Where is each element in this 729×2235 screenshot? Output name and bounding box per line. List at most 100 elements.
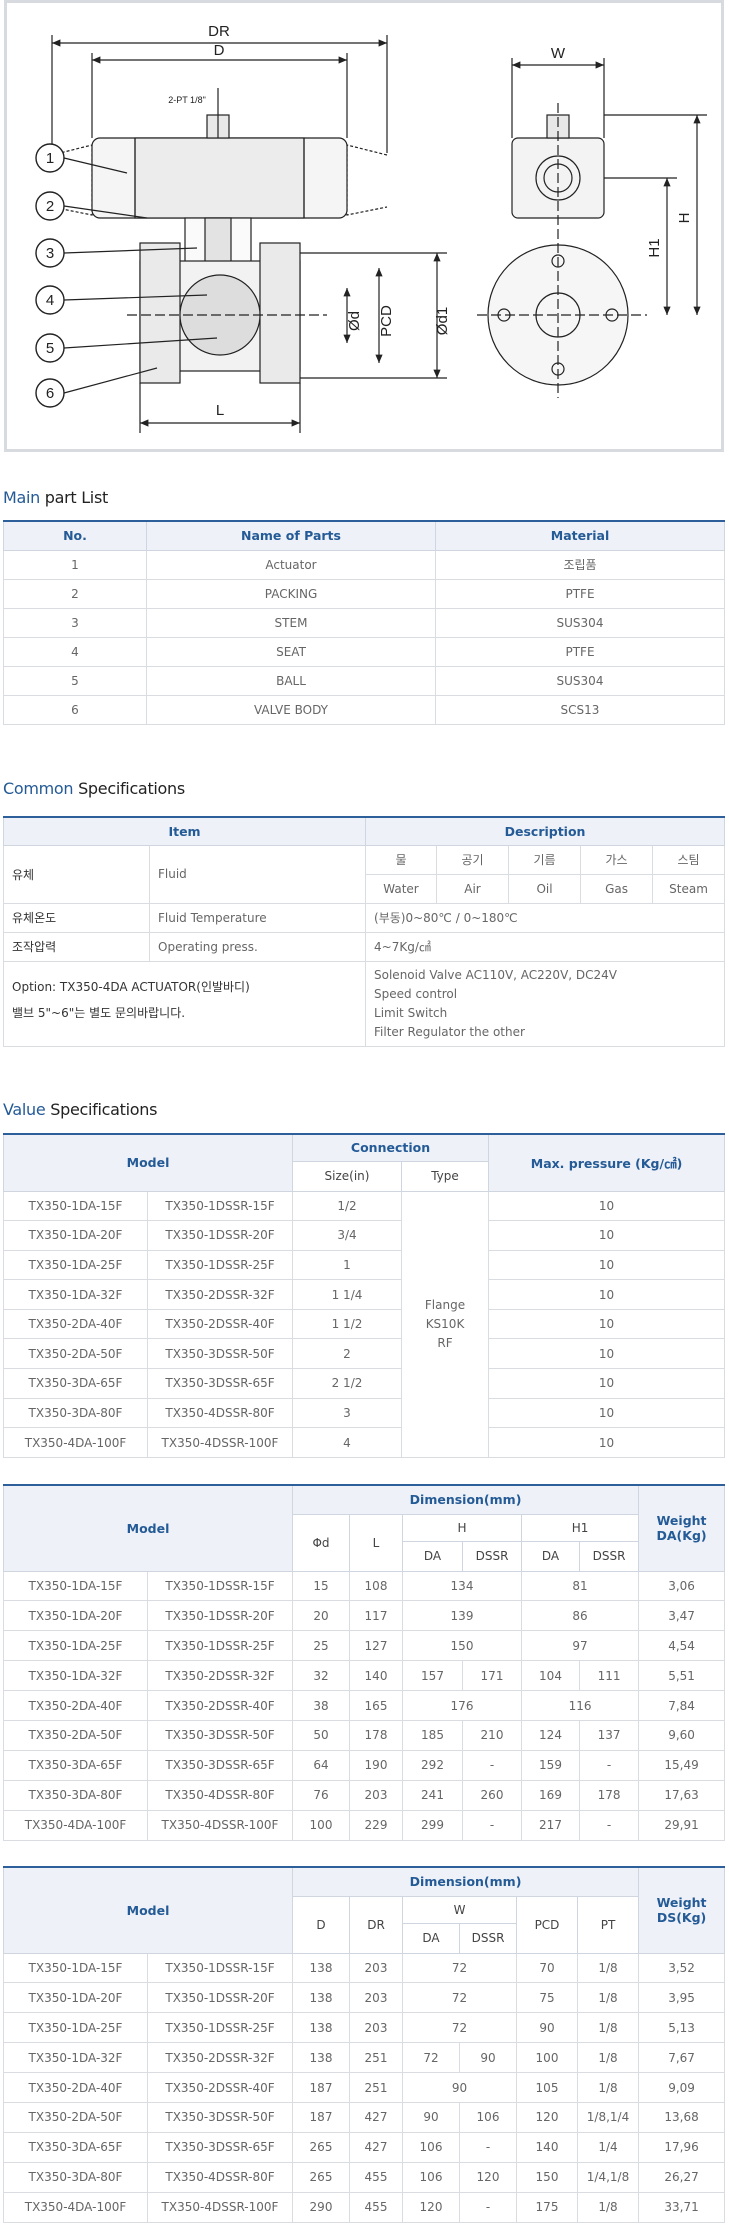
weight-ds: 17,96 [638, 2131, 726, 2163]
max-pressure: 10 [488, 1220, 726, 1251]
value-row: TX350-2DA-50F TX350-3DSSR-50F 2 10 [3, 1338, 726, 1370]
col-h-dssr: DSSR [462, 1540, 522, 1572]
dim-h-dssr: 260 [462, 1779, 522, 1811]
dim-d: 290 [292, 2191, 350, 2223]
dim-h1-da: 217 [521, 1809, 580, 1841]
connection-type-line: RF [437, 1335, 453, 1350]
dimension-row: TX350-3DA-80F TX350-4DSSR-80F 76 203 241 260 1… [3, 1779, 726, 1811]
dim-h1-dssr: 111 [578, 1660, 640, 1692]
col-d: D [292, 1895, 350, 1954]
dim-d: 138 [292, 2042, 350, 2074]
dimension-row: TX350-3DA-65F TX350-3DSSR-65F 64 190 292-159… [3, 1749, 726, 1781]
model-da: TX350-1DA-25F [3, 1249, 148, 1281]
fluid-type-ko: 물 [365, 844, 438, 875]
dim-phid: 76 [292, 1779, 350, 1811]
fluid-type-ko: 기름 [508, 844, 582, 875]
dim-pt: 1/8 [576, 1952, 640, 1984]
part-name: SEAT [146, 636, 436, 667]
max-pressure: 10 [488, 1308, 726, 1340]
dimension-row: TX350-1DA-20F TX350-1DSSR-20F 20 117 139 86 3,… [3, 1600, 726, 1632]
max-pressure: 10 [488, 1249, 726, 1281]
dim-l: 178 [349, 1719, 403, 1751]
dim-dr: 427 [349, 2131, 403, 2163]
dim-h-dssr: - [462, 1809, 522, 1841]
dim-phid: 25 [292, 1630, 350, 1662]
dim-l: 140 [349, 1660, 403, 1692]
label-d: D [214, 42, 225, 59]
col-h1-dssr: DSSR [578, 1540, 640, 1572]
col-model: Model [3, 1866, 293, 1954]
model-dssr: TX350-1DSSR-15F [147, 1952, 293, 1984]
dim-w-da: 106 [402, 2161, 460, 2193]
col-model: Model [3, 1484, 293, 1572]
dim-w: 72 [402, 2012, 517, 2044]
valve-drawing-svg: DR D W 2-PT 1/8" L Ød PCD Ød1 H1 H 1 2 3 4 5… [35, 23, 707, 433]
dim-h1-dssr: - [578, 1749, 640, 1781]
dim-dr: 203 [349, 1952, 403, 1984]
connection-type: Flange KS10K RF [400, 1190, 490, 1458]
model-da: TX350-3DA-65F [3, 2131, 148, 2163]
col-item: Item [2, 816, 367, 846]
max-pressure: 10 [488, 1368, 726, 1399]
col-name: Name of Parts [146, 520, 436, 551]
part-material: SUS304 [435, 665, 725, 696]
option-desc: Solenoid Valve AC110V, AC220V, DC24V Spe… [365, 960, 726, 1047]
fluid-type-en: Oil [508, 873, 582, 904]
col-l: L [349, 1513, 403, 1572]
common-heading: Common Specifications [3, 779, 185, 798]
dim-l: 190 [349, 1749, 403, 1781]
dim-h-dssr: 171 [462, 1660, 522, 1692]
part-material: 조립품 [435, 549, 725, 580]
dim-w-dssr: 120 [459, 2161, 517, 2193]
dimension-row: TX350-1DA-15F TX350-1DSSR-15F 138 203 72 70 1/… [3, 1952, 726, 1984]
dim-d: 138 [292, 1982, 350, 2014]
dim-h1-da: 104 [521, 1660, 580, 1692]
press-value: 4~7Kg/㎠ [365, 931, 726, 962]
col-pt: PT [576, 1895, 640, 1954]
fluid-type-ko: 스팀 [652, 844, 726, 875]
dim-h1-dssr: 137 [578, 1719, 640, 1751]
dim-h: 134 [402, 1570, 522, 1602]
dim-h1-da: 124 [521, 1719, 580, 1751]
dim-dr: 455 [349, 2161, 403, 2193]
value-row: TX350-3DA-65F TX350-3DSSR-65F 2 1/2 10 [3, 1368, 726, 1399]
parts-row: 6 VALVE BODY SCS13 [3, 694, 725, 725]
connection-type-line: Flange [424, 1297, 466, 1312]
dim-h: 150 [402, 1630, 522, 1662]
dim-w: 72 [402, 1982, 517, 2014]
dim-d: 265 [292, 2131, 350, 2163]
option-desc-line: Filter Regulator the other [374, 1024, 525, 1039]
weight-da: 3,06 [638, 1570, 726, 1602]
dim-h1-da: 169 [521, 1779, 580, 1811]
dim-h-da: 241 [402, 1779, 463, 1811]
value-spec-table: Model Connection Max. pressure (Kg/㎠) Si… [3, 1133, 726, 1458]
dim-phid: 20 [292, 1600, 350, 1632]
press-en: Operating press. [148, 931, 367, 962]
option-line-1: Option: TX350-4DA ACTUATOR(인발바디) [12, 979, 250, 994]
label-dr: DR [208, 23, 230, 40]
parts-table: No. Name of Parts Material 1 Actuator 조립품 2… [3, 520, 725, 725]
dimension-row: TX350-4DA-100F TX350-4DSSR-100F 290 455 120-… [3, 2191, 726, 2223]
label-h: H [676, 213, 693, 224]
model-da: TX350-1DA-15F [3, 1570, 148, 1602]
parts-row: 3 STEM SUS304 [3, 607, 725, 638]
weight-da: 15,49 [638, 1749, 726, 1781]
model-dssr: TX350-2DSSR-40F [147, 2072, 293, 2103]
dim-w-da: 72 [402, 2042, 460, 2074]
model-dssr: TX350-1DSSR-20F [147, 1982, 293, 2014]
dim-h-da: 157 [402, 1660, 463, 1692]
dimension-row: TX350-1DA-20F TX350-1DSSR-20F 138 203 72 75 1/… [3, 1982, 726, 2014]
col-dr: DR [349, 1895, 403, 1954]
fluid-type-en: Water [365, 873, 438, 904]
size-in: 1/2 [292, 1190, 402, 1222]
temp-en: Fluid Temperature [148, 902, 367, 933]
max-pressure: 10 [488, 1190, 726, 1222]
dim-phid: 15 [292, 1570, 350, 1602]
dim-pcd: 100 [516, 2042, 578, 2074]
parts-row: 1 Actuator 조립품 [3, 549, 725, 580]
model-dssr: TX350-4DSSR-80F [147, 1397, 293, 1429]
model-da: TX350-2DA-50F [3, 1719, 148, 1751]
part-name: Actuator [146, 549, 436, 580]
model-dssr: TX350-3DSSR-65F [147, 2131, 293, 2163]
dim-pcd: 120 [516, 2101, 578, 2133]
